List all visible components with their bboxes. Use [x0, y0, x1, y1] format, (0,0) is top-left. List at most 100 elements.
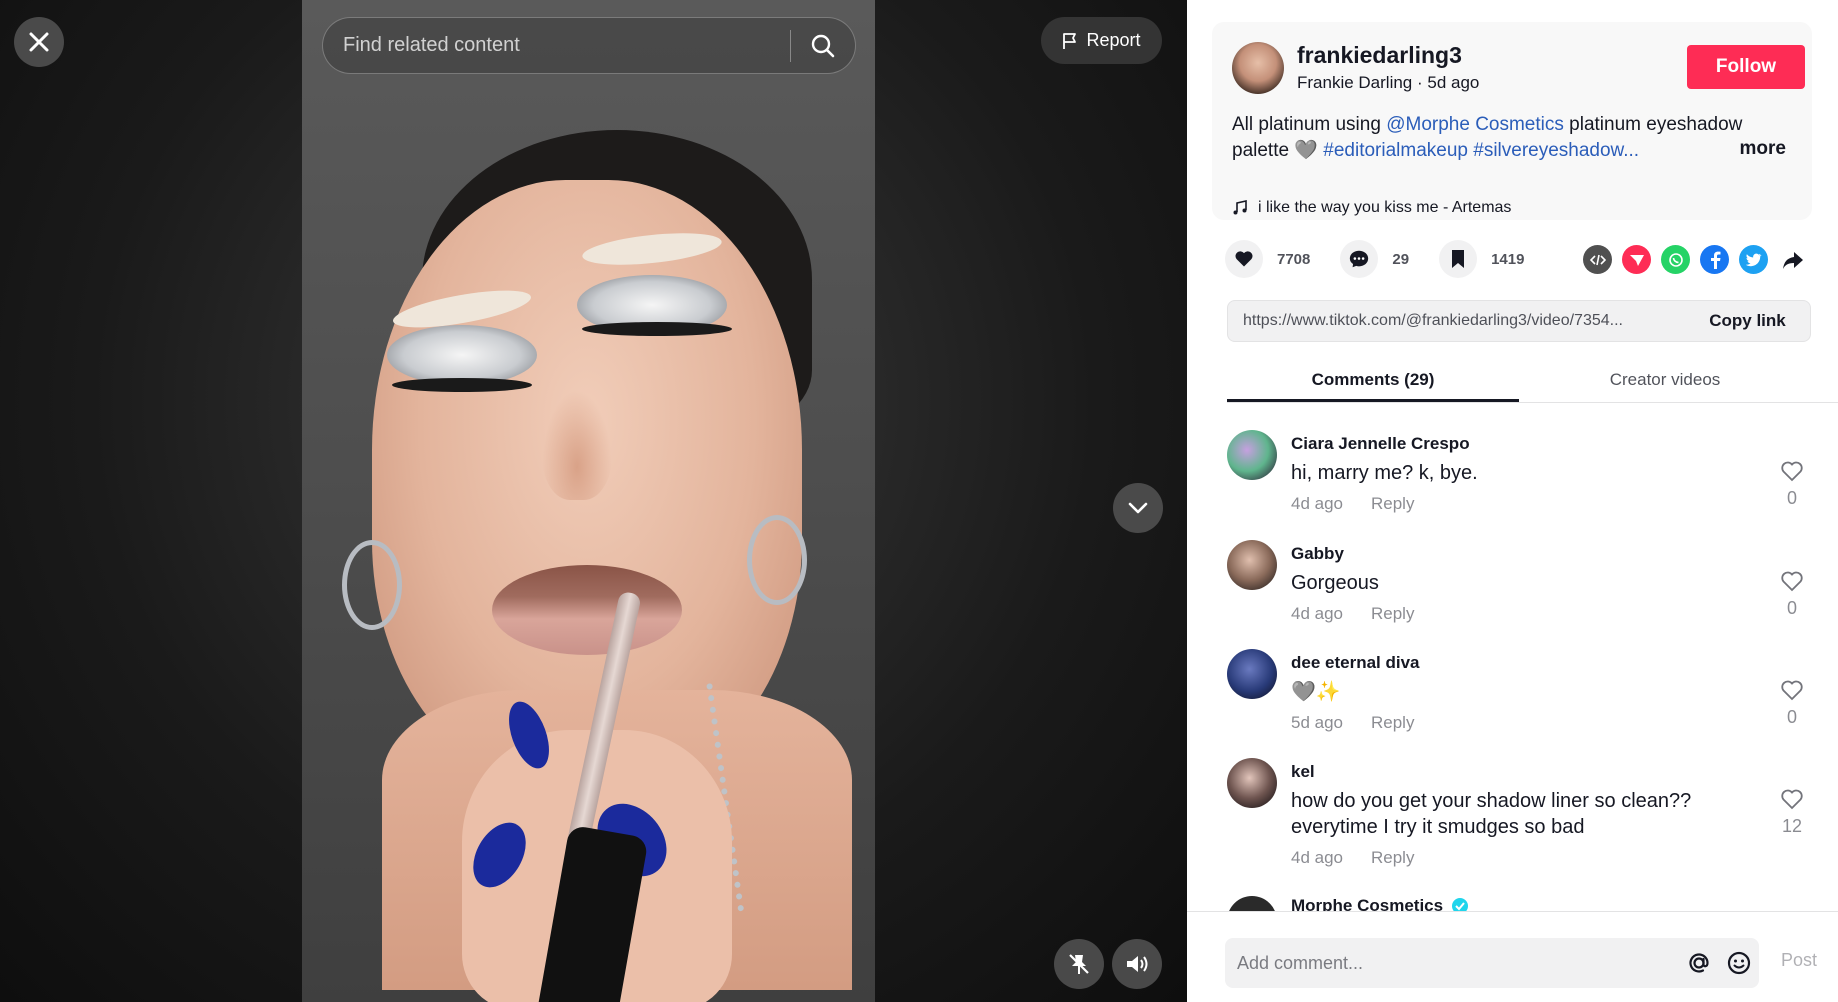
details-panel: frankiedarling3 Frankie Darling · 5d ago… — [1187, 0, 1838, 1002]
share-arrow-icon[interactable] — [1778, 245, 1807, 274]
author-username[interactable]: frankiedarling3 — [1297, 42, 1462, 69]
report-label: Report — [1086, 30, 1141, 50]
embed-icon[interactable] — [1583, 245, 1612, 274]
verified-badge-icon — [1452, 898, 1469, 911]
reply-button[interactable]: Reply — [1371, 848, 1414, 868]
commenter-avatar[interactable] — [1227, 540, 1277, 590]
commenter-avatar[interactable] — [1227, 649, 1277, 699]
close-icon — [29, 32, 49, 52]
comment-text: 🩶✨ — [1291, 681, 1341, 703]
hashtag-link[interactable]: #silvereyeshadow... — [1473, 140, 1639, 161]
comment-list[interactable]: Ciara Jennelle Crespo hi, marry me? k, b… — [1187, 410, 1838, 912]
comment-item: Morphe Cosmetics — [1227, 868, 1807, 912]
comment-text: hi, marry me? k, bye. — [1291, 462, 1478, 484]
comment-time: 4d ago — [1291, 848, 1343, 867]
action-bar: 7708 29 1419 — [1225, 240, 1554, 278]
volume-button[interactable] — [1112, 939, 1162, 989]
video-frame[interactable] — [302, 0, 875, 1002]
copy-link-button[interactable]: Copy link — [1685, 311, 1810, 331]
heart-outline-icon — [1781, 571, 1803, 592]
heart-icon — [1235, 251, 1253, 267]
whatsapp-icon[interactable] — [1661, 245, 1690, 274]
comment-like-count: 0 — [1786, 488, 1797, 508]
report-button[interactable]: Report — [1041, 17, 1162, 64]
twitter-icon[interactable] — [1739, 245, 1768, 274]
heart-outline-icon — [1781, 461, 1803, 482]
comment-input[interactable] — [1225, 938, 1679, 988]
bookmark-icon — [1452, 250, 1465, 268]
follow-button[interactable]: Follow — [1687, 45, 1805, 89]
video-caption: All platinum using @Morphe Cosmetics pla… — [1232, 112, 1802, 164]
comment-meta: 5d ago Reply — [1291, 713, 1414, 733]
commenter-name[interactable]: Ciara Jennelle Crespo — [1291, 434, 1470, 454]
comment-like-button[interactable]: 0 — [1777, 460, 1807, 509]
floating-player-button[interactable] — [1054, 939, 1104, 989]
like-button[interactable]: 7708 — [1225, 240, 1310, 278]
music-link[interactable]: i like the way you kiss me - Artemas — [1232, 199, 1511, 217]
save-count: 1419 — [1491, 250, 1525, 268]
comment-like-count: 12 — [1781, 816, 1803, 836]
facebook-icon[interactable] — [1700, 245, 1729, 274]
tab-comments[interactable]: Comments (29) — [1227, 360, 1519, 402]
comment-like-button[interactable]: 0 — [1777, 570, 1807, 619]
share-icons — [1583, 245, 1807, 274]
save-button[interactable]: 1419 — [1439, 240, 1524, 278]
mention-link[interactable]: @Morphe Cosmetics — [1386, 114, 1564, 135]
comment-item: dee eternal diva 🩶✨ 5d ago Reply 0 — [1227, 629, 1807, 739]
tiktok-video-viewer: Report frankiedarling3 — [0, 0, 1838, 1002]
add-comment-bar — [1225, 938, 1759, 988]
comment-text: Gorgeous — [1291, 572, 1379, 594]
comment-like-count: 0 — [1786, 598, 1797, 618]
commenter-name[interactable]: kel — [1291, 762, 1315, 782]
comment-item: Ciara Jennelle Crespo hi, marry me? k, b… — [1227, 410, 1807, 520]
comment-time: 4d ago — [1291, 604, 1343, 623]
comment-button[interactable]: 29 — [1340, 240, 1409, 278]
tab-creator-videos[interactable]: Creator videos — [1519, 360, 1811, 402]
comment-text: how do you get your shadow liner so clea… — [1291, 790, 1692, 838]
search-button[interactable] — [791, 18, 855, 73]
author-subtitle: Frankie Darling · 5d ago — [1297, 73, 1480, 92]
comment-meta: 4d ago Reply — [1291, 848, 1414, 868]
send-icon[interactable] — [1622, 245, 1651, 274]
search-bar[interactable] — [322, 17, 856, 74]
emoji-button[interactable] — [1719, 950, 1759, 976]
comment-icon — [1350, 250, 1369, 268]
commenter-avatar[interactable] — [1227, 758, 1277, 808]
music-title: i like the way you kiss me - Artemas — [1258, 199, 1512, 216]
tab-bar: Comments (29) Creator videos — [1227, 360, 1838, 403]
commenter-name[interactable]: Morphe Cosmetics — [1291, 896, 1469, 912]
post-comment-button[interactable]: Post — [1781, 950, 1817, 971]
close-button[interactable] — [14, 17, 64, 67]
hashtag-link[interactable]: #editorialmakeup — [1323, 140, 1468, 161]
commenter-avatar[interactable] — [1227, 430, 1277, 480]
commenter-name[interactable]: Gabby — [1291, 544, 1344, 564]
commenter-avatar[interactable] — [1227, 896, 1277, 911]
commenter-name[interactable]: dee eternal diva — [1291, 653, 1420, 673]
volume-icon — [1127, 956, 1148, 972]
comment-like-button[interactable]: 0 — [1777, 679, 1807, 728]
heart-outline-icon — [1781, 789, 1803, 810]
comment-like-button[interactable]: 12 — [1777, 788, 1807, 837]
commenter-name-text: Morphe Cosmetics — [1291, 896, 1444, 912]
reply-button[interactable]: Reply — [1371, 494, 1414, 514]
comment-like-count: 0 — [1786, 707, 1797, 727]
author-avatar[interactable] — [1232, 42, 1284, 94]
search-input[interactable] — [323, 18, 790, 73]
comment-time: 4d ago — [1291, 494, 1343, 513]
video-player[interactable]: Report — [0, 0, 1187, 1002]
mention-button[interactable] — [1679, 950, 1719, 976]
reply-button[interactable]: Reply — [1371, 604, 1414, 624]
next-video-button[interactable] — [1113, 483, 1163, 533]
comment-meta: 4d ago Reply — [1291, 494, 1414, 514]
music-note-icon — [1233, 200, 1247, 215]
emoji-icon — [1727, 951, 1751, 975]
video-content-image — [342, 60, 822, 780]
reply-button[interactable]: Reply — [1371, 713, 1414, 733]
video-link-box: https://www.tiktok.com/@frankiedarling3/… — [1227, 300, 1811, 342]
flag-icon — [1063, 32, 1077, 49]
video-info-card: frankiedarling3 Frankie Darling · 5d ago… — [1212, 22, 1812, 220]
more-button[interactable]: more — [1740, 138, 1786, 160]
chevron-down-icon — [1128, 502, 1148, 514]
author-display-name: Frankie Darling — [1297, 73, 1413, 92]
search-icon — [811, 34, 835, 57]
